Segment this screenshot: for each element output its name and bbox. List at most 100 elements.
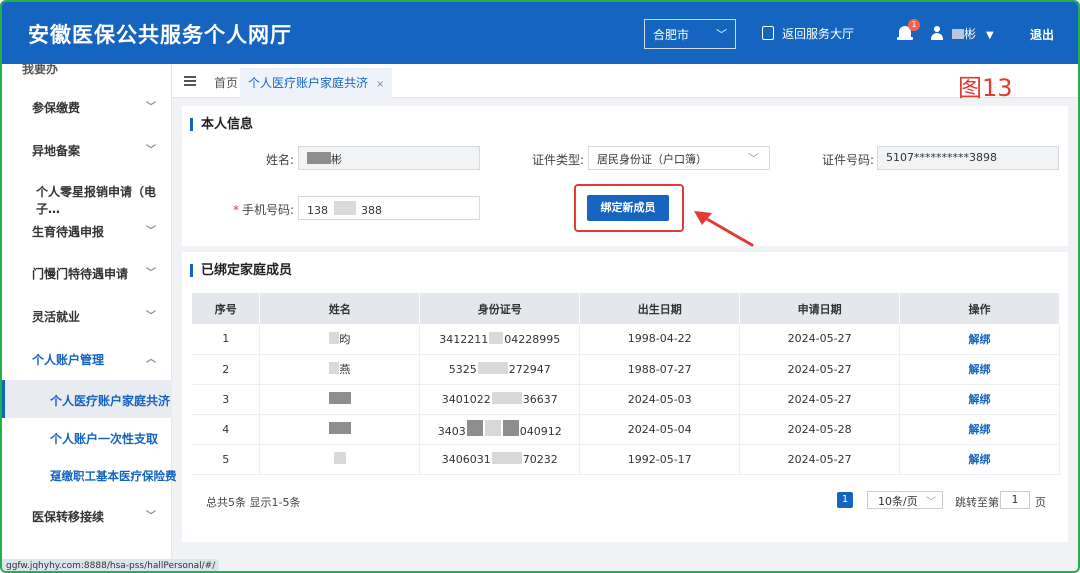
member-id: 3412211 04228995 (419, 324, 581, 355)
sidebar-item-insurance-payment[interactable]: 参保缴费 ﹀ (2, 86, 172, 126)
unbind-link[interactable]: 解绑 (899, 324, 1060, 355)
bind-new-member-button[interactable]: 绑定新成员 (587, 195, 669, 221)
page-size-select[interactable]: 10条/页 ﹀ (867, 491, 943, 509)
masked-text (328, 422, 351, 434)
member-name (259, 444, 421, 475)
apply-date: 2024-05-28 (739, 414, 901, 445)
id-part: 040912 (519, 425, 562, 438)
sidebar-item-flexible-employment[interactable]: 灵活就业 ﹀ (2, 295, 172, 335)
sidebar-subitem-lump-sum-payment[interactable]: 趸缴职工基本医疗保险费 (2, 456, 177, 494)
birth-date: 1992-05-17 (579, 444, 741, 475)
id-part: 70232 (522, 453, 558, 466)
chevron-down-icon: ﹀ (146, 311, 156, 322)
required-marker: * (232, 203, 239, 217)
masked-text (502, 420, 519, 436)
sidebar: 我要办 参保缴费 ﹀ 异地备案 ﹀ 个人零星报销申请（电子… 生育待遇申报 ﹀ 门慢门… (2, 62, 177, 559)
jump-page-input[interactable]: 1 (1000, 491, 1030, 509)
masked-text (333, 452, 346, 464)
sidebar-item-remote-filing[interactable]: 异地备案 ﹀ (2, 129, 172, 169)
caret-down-icon: ▼ (986, 30, 994, 41)
id-part: 04228995 (504, 332, 561, 346)
pager-total: 总共5条 显示1-5条 (206, 496, 301, 509)
chevron-down-icon: ﹀ (146, 511, 156, 522)
sidebar-subitem-one-time-withdrawal[interactable]: 个人账户一次性支取 (2, 418, 172, 456)
id-part: 272947 (508, 363, 551, 376)
member-name (259, 414, 421, 445)
id-part: 3406031 (441, 453, 491, 466)
id-type-select[interactable]: 居民身份证（户口簿） ﹀ (588, 146, 770, 170)
unbind-link[interactable]: 解绑 (899, 384, 1060, 415)
status-url-bar: ggfw.jqhyhy.com:8888/hsa-pss/hallPersona… (2, 559, 220, 571)
logout-button[interactable]: 退出 (1030, 26, 1054, 43)
chevron-down-icon: ﹀ (716, 28, 727, 41)
apply-date: 2024-05-27 (739, 354, 901, 385)
chevron-up-icon: ︿ (146, 354, 156, 365)
bell-icon[interactable]: 1 (897, 19, 920, 42)
section-heading: 已绑定家庭成员 (190, 264, 292, 277)
member-id: 3403 040912 (419, 414, 581, 445)
table-row: 5 3406031 70232 1992-05-17 2024-05-27 解绑 (192, 444, 1060, 475)
column-header: 身份证号 (419, 293, 581, 324)
tab-family-mutual-aid[interactable]: 个人医疗账户家庭共济 × (240, 68, 393, 98)
masked-text (333, 201, 356, 215)
sidebar-item-partial[interactable]: 我要办 (22, 60, 58, 77)
unbind-link[interactable]: 解绑 (899, 354, 1060, 385)
chevron-down-icon: ﹀ (146, 268, 156, 279)
table-row: 2 燕 5325 272947 1988-07-27 2024-05-27 解绑 (192, 354, 1060, 385)
masked-text (329, 362, 340, 374)
masked-text (477, 362, 508, 374)
masked-text (307, 152, 331, 164)
masked-text (484, 420, 501, 436)
annotation-arrow-icon (694, 211, 754, 247)
tab-bar: 首页 个人医疗账户家庭共济 × (172, 64, 1078, 98)
member-name (259, 384, 421, 415)
sidebar-item-chronic-disease[interactable]: 门慢门特待遇申请 ﹀ (2, 252, 172, 292)
phone-suffix: 388 (361, 204, 382, 217)
apply-date: 2024-05-27 (739, 384, 901, 415)
sidebar-item-label: 生育待遇申报 (32, 225, 105, 239)
id-number-value: 5107**********3898 (886, 151, 997, 164)
phone-label-text: 手机号码: (241, 203, 294, 217)
row-number: 1 (192, 324, 261, 355)
birth-date: 1988-07-27 (579, 354, 741, 385)
sidebar-item-reimbursement[interactable]: 个人零星报销申请（电子… (2, 170, 172, 216)
unbind-link[interactable]: 解绑 (899, 414, 1060, 445)
sidebar-item-label: 医保转移接续 (32, 510, 105, 524)
menu-toggle-icon[interactable] (184, 76, 196, 86)
page-button-current[interactable]: 1 (837, 492, 853, 508)
masked-text (329, 331, 340, 344)
chevron-down-icon: ﹀ (748, 152, 759, 165)
phone-field[interactable]: 138 388 (298, 196, 480, 220)
jump-label: 跳转至第 (955, 496, 999, 509)
close-icon[interactable]: × (376, 79, 384, 90)
user-menu[interactable]: 彬 ▼ (930, 25, 994, 42)
table-row: 1 昀 3412211 04228995 1998-04-22 2024-05-2… (192, 324, 1060, 355)
sidebar-item-personal-account[interactable]: 个人账户管理 ︿ (2, 338, 172, 378)
app-window: 安徽医保公共服务个人网厅 合肥市 ﹀ 返回服务大厅 1 彬 ▼ 退出 我要办 参保… (0, 0, 1080, 573)
table-row: 3 3401022 36637 2024-05-03 2024-05-27 解绑 (192, 384, 1060, 415)
member-name: 燕 (259, 354, 421, 385)
exit-door-icon (762, 26, 774, 40)
id-number-label: 证件号码: (821, 153, 874, 167)
member-id: 3401022 36637 (419, 384, 581, 415)
city-select-value: 合肥市 (653, 28, 690, 42)
sidebar-subitem-family-mutual-aid[interactable]: 个人医疗账户家庭共济 (2, 380, 172, 418)
page-size-value: 10条/页 (878, 495, 918, 508)
family-members-table: 序号 姓名 身份证号 出生日期 申请日期 操作 1 昀 3412211 04228… (192, 293, 1060, 475)
unbind-link[interactable]: 解绑 (899, 444, 1060, 475)
chevron-down-icon: ﹀ (146, 145, 156, 156)
chevron-down-icon: ﹀ (146, 226, 156, 237)
id-part: 3403 (437, 425, 466, 438)
city-select[interactable]: 合肥市 ﹀ (644, 19, 736, 49)
id-type-value: 居民身份证（户口簿） (597, 153, 707, 166)
table-header-row: 序号 姓名 身份证号 出生日期 申请日期 操作 (192, 293, 1060, 324)
sidebar-item-transfer[interactable]: 医保转移接续 ﹀ (2, 495, 172, 535)
tab-home[interactable]: 首页 (214, 74, 238, 91)
back-to-hall-link[interactable]: 返回服务大厅 (762, 25, 854, 42)
member-name: 昀 (259, 324, 421, 355)
sidebar-item-maternity[interactable]: 生育待遇申报 ﹀ (2, 210, 172, 250)
column-header: 出生日期 (579, 293, 741, 324)
id-type-label: 证件类型: (531, 153, 584, 167)
column-header: 姓名 (259, 293, 421, 324)
column-header: 操作 (899, 293, 1060, 324)
